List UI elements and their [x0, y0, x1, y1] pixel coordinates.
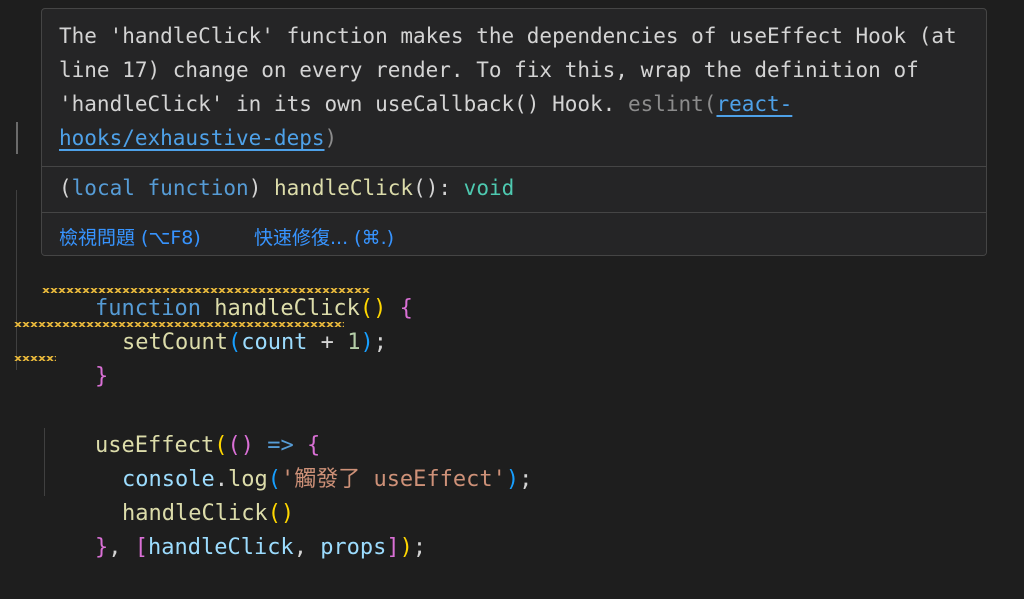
- code-line-setcount: setCount(count + 1);: [121, 330, 387, 355]
- quick-fix-link[interactable]: 快速修復... (⌘.): [254, 223, 394, 250]
- diagnostic-source-close: ): [324, 126, 338, 150]
- code-line-brace-close: }: [94, 364, 109, 389]
- diagnostic-message: The 'handleClick' function makes the dep…: [59, 19, 979, 155]
- hover-status-bar: 檢視問題 (⌥F8) 快速修復... (⌘.): [42, 213, 986, 255]
- diagnostic-text: The 'handleClick' function makes the dep…: [59, 24, 970, 116]
- line-highlight-marker: [16, 122, 18, 154]
- divider: [42, 166, 986, 167]
- hover-widget: The 'handleClick' function makes the dep…: [41, 8, 987, 256]
- code-line-deps: }, [handleClick, props]);: [94, 535, 427, 560]
- diagnostic-source: eslint(: [627, 92, 717, 116]
- code-line-function-decl: function handleClick() {: [94, 296, 413, 321]
- function-signature: (local function) handleClick(): void: [59, 176, 515, 200]
- view-problem-link[interactable]: 檢視問題 (⌥F8): [59, 223, 201, 250]
- code-line-useeffect: useEffect(() => {: [94, 433, 321, 458]
- warning-squiggle: [14, 356, 56, 361]
- code-line-console-log: console.log('觸發了 useEffect');: [121, 467, 533, 492]
- code-line-handleclick-call: handleClick(): [121, 501, 295, 526]
